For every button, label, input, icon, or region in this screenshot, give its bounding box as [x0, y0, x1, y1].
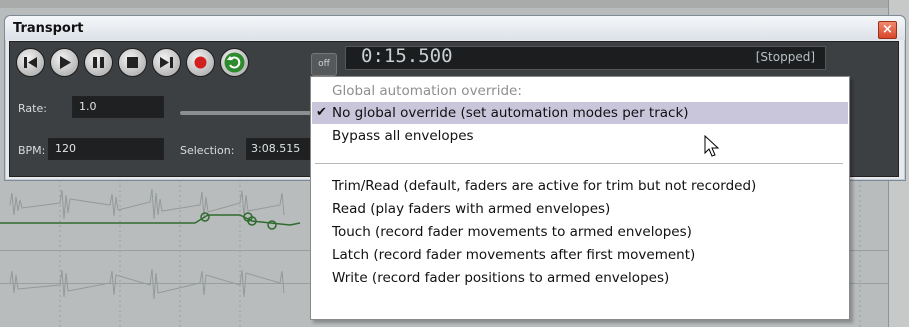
menu-item-label: Trim/Read (default, faders are active fo…	[332, 178, 757, 194]
stop-icon	[127, 57, 138, 68]
menu-item-label: Bypass all envelopes	[332, 128, 474, 144]
go-to-start-button[interactable]	[16, 48, 45, 77]
skip-back-icon	[24, 57, 37, 68]
time-position: 0:15.500	[361, 45, 453, 67]
go-to-end-button[interactable]	[152, 48, 181, 77]
window-title: Transport	[13, 21, 84, 36]
menu-separator	[315, 163, 843, 164]
time-display: 0:15.500 [Stopped]	[345, 45, 826, 70]
stop-button[interactable]	[118, 48, 147, 77]
repeat-button[interactable]	[220, 48, 249, 77]
close-button[interactable]: ×	[878, 21, 897, 39]
menu-item-no-global-override[interactable]: ✔ No global override (set automation mod…	[312, 102, 848, 124]
menu-item-bypass-envelopes[interactable]: Bypass all envelopes	[312, 125, 848, 147]
rate-slider[interactable]	[180, 111, 320, 115]
timeline-ruler[interactable]	[0, 0, 909, 8]
check-icon: ✔	[316, 105, 327, 120]
menu-item-touch[interactable]: Touch (record fader movements to armed e…	[312, 221, 848, 243]
menu-item-label: Read (play faders with armed envelopes)	[332, 201, 611, 217]
bpm-label: BPM:	[18, 144, 46, 157]
mouse-pointer-icon	[704, 135, 720, 157]
record-button[interactable]	[186, 48, 215, 77]
pause-icon	[93, 57, 104, 68]
menu-item-trim-read[interactable]: Trim/Read (default, faders are active fo…	[312, 175, 848, 197]
bpm-field[interactable]: 120	[48, 138, 164, 160]
menu-item-label: No global override (set automation modes…	[332, 105, 689, 121]
menu-header: Global automation override:	[332, 83, 522, 99]
menu-item-label: Write (record fader positions to armed e…	[332, 270, 670, 286]
menu-item-label: Latch (record fader movements after firs…	[332, 247, 696, 263]
selection-field[interactable]: 3:08.515	[246, 138, 316, 160]
automation-override-button[interactable]: off	[311, 53, 337, 76]
record-icon	[194, 56, 207, 69]
selection-label: Selection:	[180, 144, 235, 157]
play-button[interactable]	[50, 48, 79, 77]
titlebar[interactable]: Transport ×	[5, 16, 905, 40]
automation-override-menu: Global automation override: ✔ No global …	[310, 76, 850, 320]
repeat-icon	[224, 52, 245, 73]
menu-item-label: Touch (record fader movements to armed e…	[332, 224, 692, 240]
pause-button[interactable]	[84, 48, 113, 77]
rate-field[interactable]: 1.0	[72, 96, 164, 118]
menu-item-latch[interactable]: Latch (record fader movements after firs…	[312, 244, 848, 266]
menu-item-read[interactable]: Read (play faders with armed envelopes)	[312, 198, 848, 220]
play-state: [Stopped]	[755, 50, 815, 64]
play-icon	[60, 56, 71, 69]
skip-forward-icon	[160, 57, 173, 68]
rate-label: Rate:	[18, 102, 47, 115]
menu-item-write[interactable]: Write (record fader positions to armed e…	[312, 267, 848, 289]
